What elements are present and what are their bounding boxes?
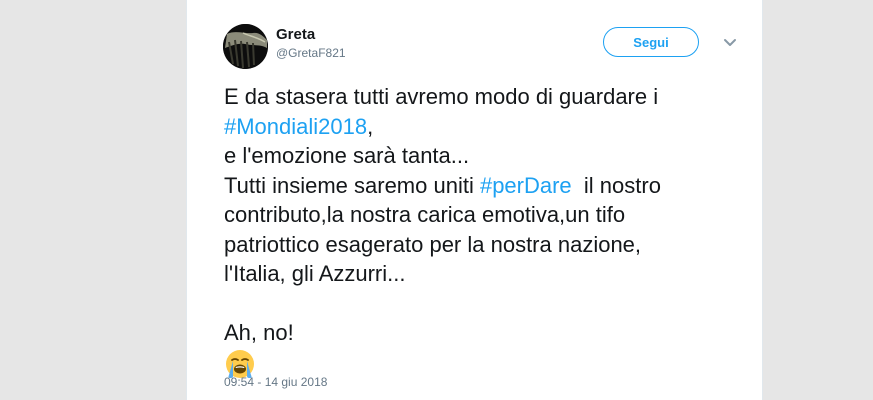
tweet-line: Ah, no! [224,320,294,345]
tweet-line: patriottico esagerato per la nostra nazi… [224,231,642,257]
tweet-line-text: Tutti insieme saremo uniti [224,172,480,198]
user-handle[interactable]: @GretaF821 [276,45,346,61]
tweet-line: e l'emozione sarà tanta... [224,143,470,168]
tweet-line-text: il nostro [571,172,661,198]
chevron-down-icon[interactable] [723,36,737,48]
tweet-line: #Mondiali2018, [224,112,744,142]
avatar[interactable] [223,24,268,69]
tweet-line: contributo,la nostra carica emotiva,un t… [224,202,626,227]
tweet-text: E da stasera tutti avremo modo di guarda… [224,82,744,380]
follow-button[interactable]: Segui [603,27,699,57]
tweet-line: l'Italia, gli Azzurri... [224,261,406,286]
tweet-line: E da stasera tutti avremo modo di guarda… [224,84,659,109]
user-info: Greta @GretaF821 [276,26,346,61]
tweet-card: Greta @GretaF821 Segui E da stasera tutt… [186,0,763,400]
hashtag-link[interactable]: #Mondiali2018 [224,114,367,139]
display-name[interactable]: Greta [276,26,346,44]
hashtag-link[interactable]: #perDare [480,173,572,198]
tweet-timestamp[interactable]: 09:54 - 14 giu 2018 [224,374,327,390]
tweet-line-text: , [367,113,374,139]
tweet-header: Greta @GretaF821 Segui [223,22,738,69]
tweet-line: Tutti insieme saremo uniti #perDare il n… [224,171,744,201]
